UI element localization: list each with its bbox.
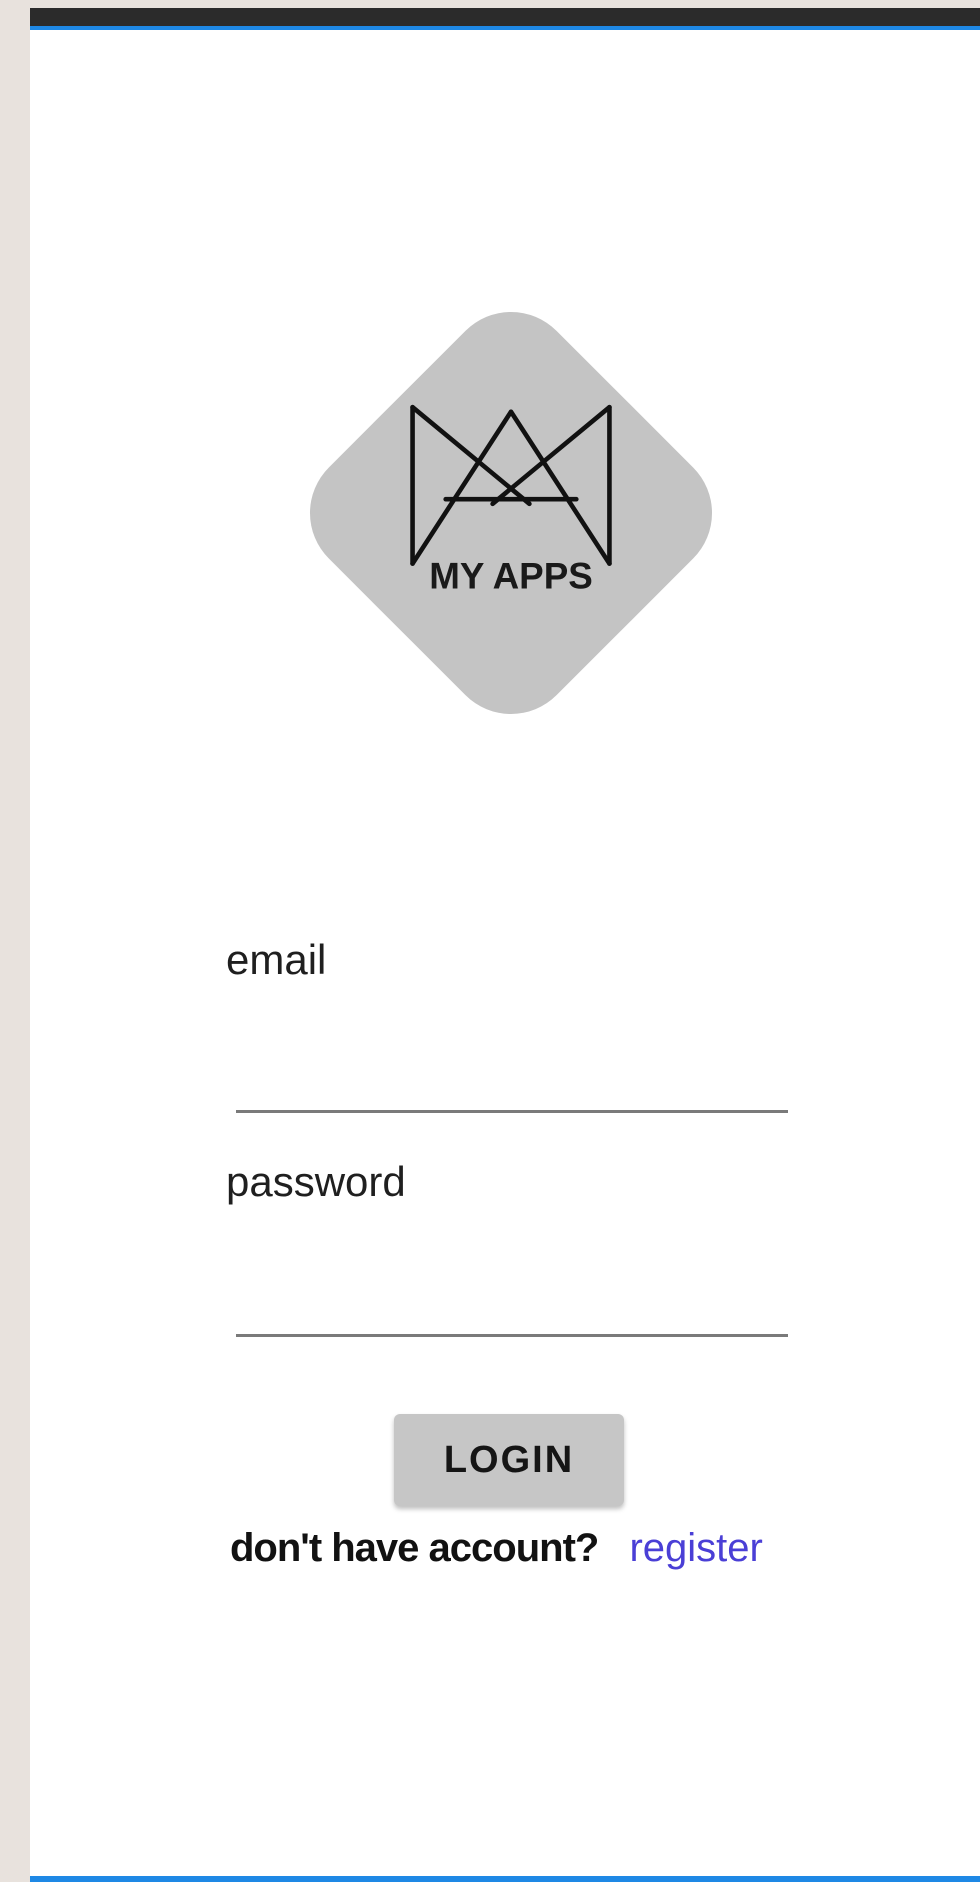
password-label: password bbox=[226, 1158, 406, 1205]
left-margin bbox=[0, 0, 30, 1882]
logo-text: MY APPS bbox=[429, 556, 593, 597]
register-row: don't have account? register bbox=[230, 1526, 850, 1571]
login-button[interactable]: LOGIN bbox=[394, 1414, 624, 1506]
logo-diamond-icon bbox=[309, 311, 713, 715]
app-screen: MY APPS email password LOGIN don't have … bbox=[30, 8, 980, 1882]
top-accent-line bbox=[30, 26, 980, 30]
email-label: email bbox=[226, 936, 327, 983]
register-link[interactable]: register bbox=[629, 1526, 762, 1570]
password-field[interactable] bbox=[236, 1278, 788, 1337]
bottom-accent-line bbox=[30, 1876, 980, 1882]
status-bar bbox=[30, 8, 980, 26]
email-field[interactable] bbox=[236, 1054, 788, 1113]
app-logo: MY APPS bbox=[258, 260, 764, 766]
register-prompt: don't have account? bbox=[230, 1526, 599, 1570]
